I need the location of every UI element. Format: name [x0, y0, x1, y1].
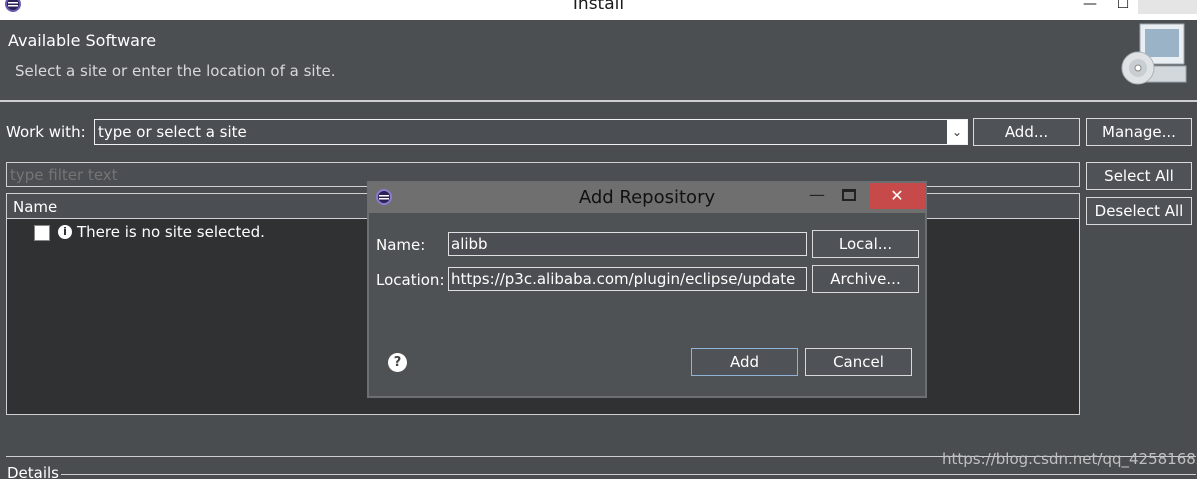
add-button[interactable]: Add	[691, 348, 798, 376]
cancel-button[interactable]: Cancel	[805, 348, 912, 376]
name-input[interactable]: alibb	[448, 232, 807, 256]
work-with-label: Work with:	[6, 123, 86, 141]
select-all-button[interactable]: Select All	[1086, 162, 1192, 190]
add-repository-dialog: Add Repository — ✕ Name: alibb Local... …	[367, 181, 927, 398]
window-titlebar: Install — ☐	[0, 0, 1197, 20]
deselect-all-button[interactable]: Deselect All	[1086, 197, 1192, 225]
details-label: Details	[5, 464, 62, 479]
add-site-button[interactable]: Add...	[973, 118, 1080, 146]
dialog-close-button[interactable]: ✕	[869, 183, 925, 209]
details-group-border	[6, 474, 1196, 475]
no-site-message: There is no site selected.	[77, 223, 265, 241]
install-cd-icon	[1121, 23, 1187, 85]
maximize-button[interactable]: ☐	[1110, 0, 1136, 16]
dialog-titlebar: Add Repository — ✕	[369, 183, 925, 213]
window-title: Install	[572, 0, 625, 14]
work-with-value: type or select a site	[98, 123, 247, 141]
header-separator	[0, 100, 1197, 102]
row-checkbox[interactable]	[34, 225, 50, 241]
page-header: Available Software Select a site or ente…	[0, 20, 1197, 100]
chevron-down-icon[interactable]: ⌄	[947, 120, 967, 144]
manage-button[interactable]: Manage...	[1086, 118, 1192, 146]
page-title: Available Software	[8, 31, 157, 50]
info-icon: i	[58, 225, 72, 239]
location-input[interactable]: https://p3c.alibaba.com/plugin/eclipse/u…	[448, 267, 807, 291]
column-name[interactable]: Name	[13, 198, 57, 216]
archive-button[interactable]: Archive...	[812, 265, 919, 293]
help-icon[interactable]: ?	[388, 353, 407, 372]
page-description: Select a site or enter the location of a…	[15, 62, 336, 80]
name-label: Name:	[376, 236, 426, 254]
watermark-text: https://blog.csdn.net/qq_42581682	[942, 450, 1197, 468]
location-label: Location:	[376, 271, 445, 289]
minimize-button[interactable]: —	[1077, 0, 1103, 16]
dialog-maximize-button[interactable]	[842, 189, 856, 201]
local-button[interactable]: Local...	[812, 230, 919, 258]
dialog-minimize-button[interactable]: —	[809, 185, 829, 204]
work-with-combo[interactable]: type or select a site ⌄	[94, 119, 968, 145]
close-button[interactable]	[1138, 0, 1197, 14]
